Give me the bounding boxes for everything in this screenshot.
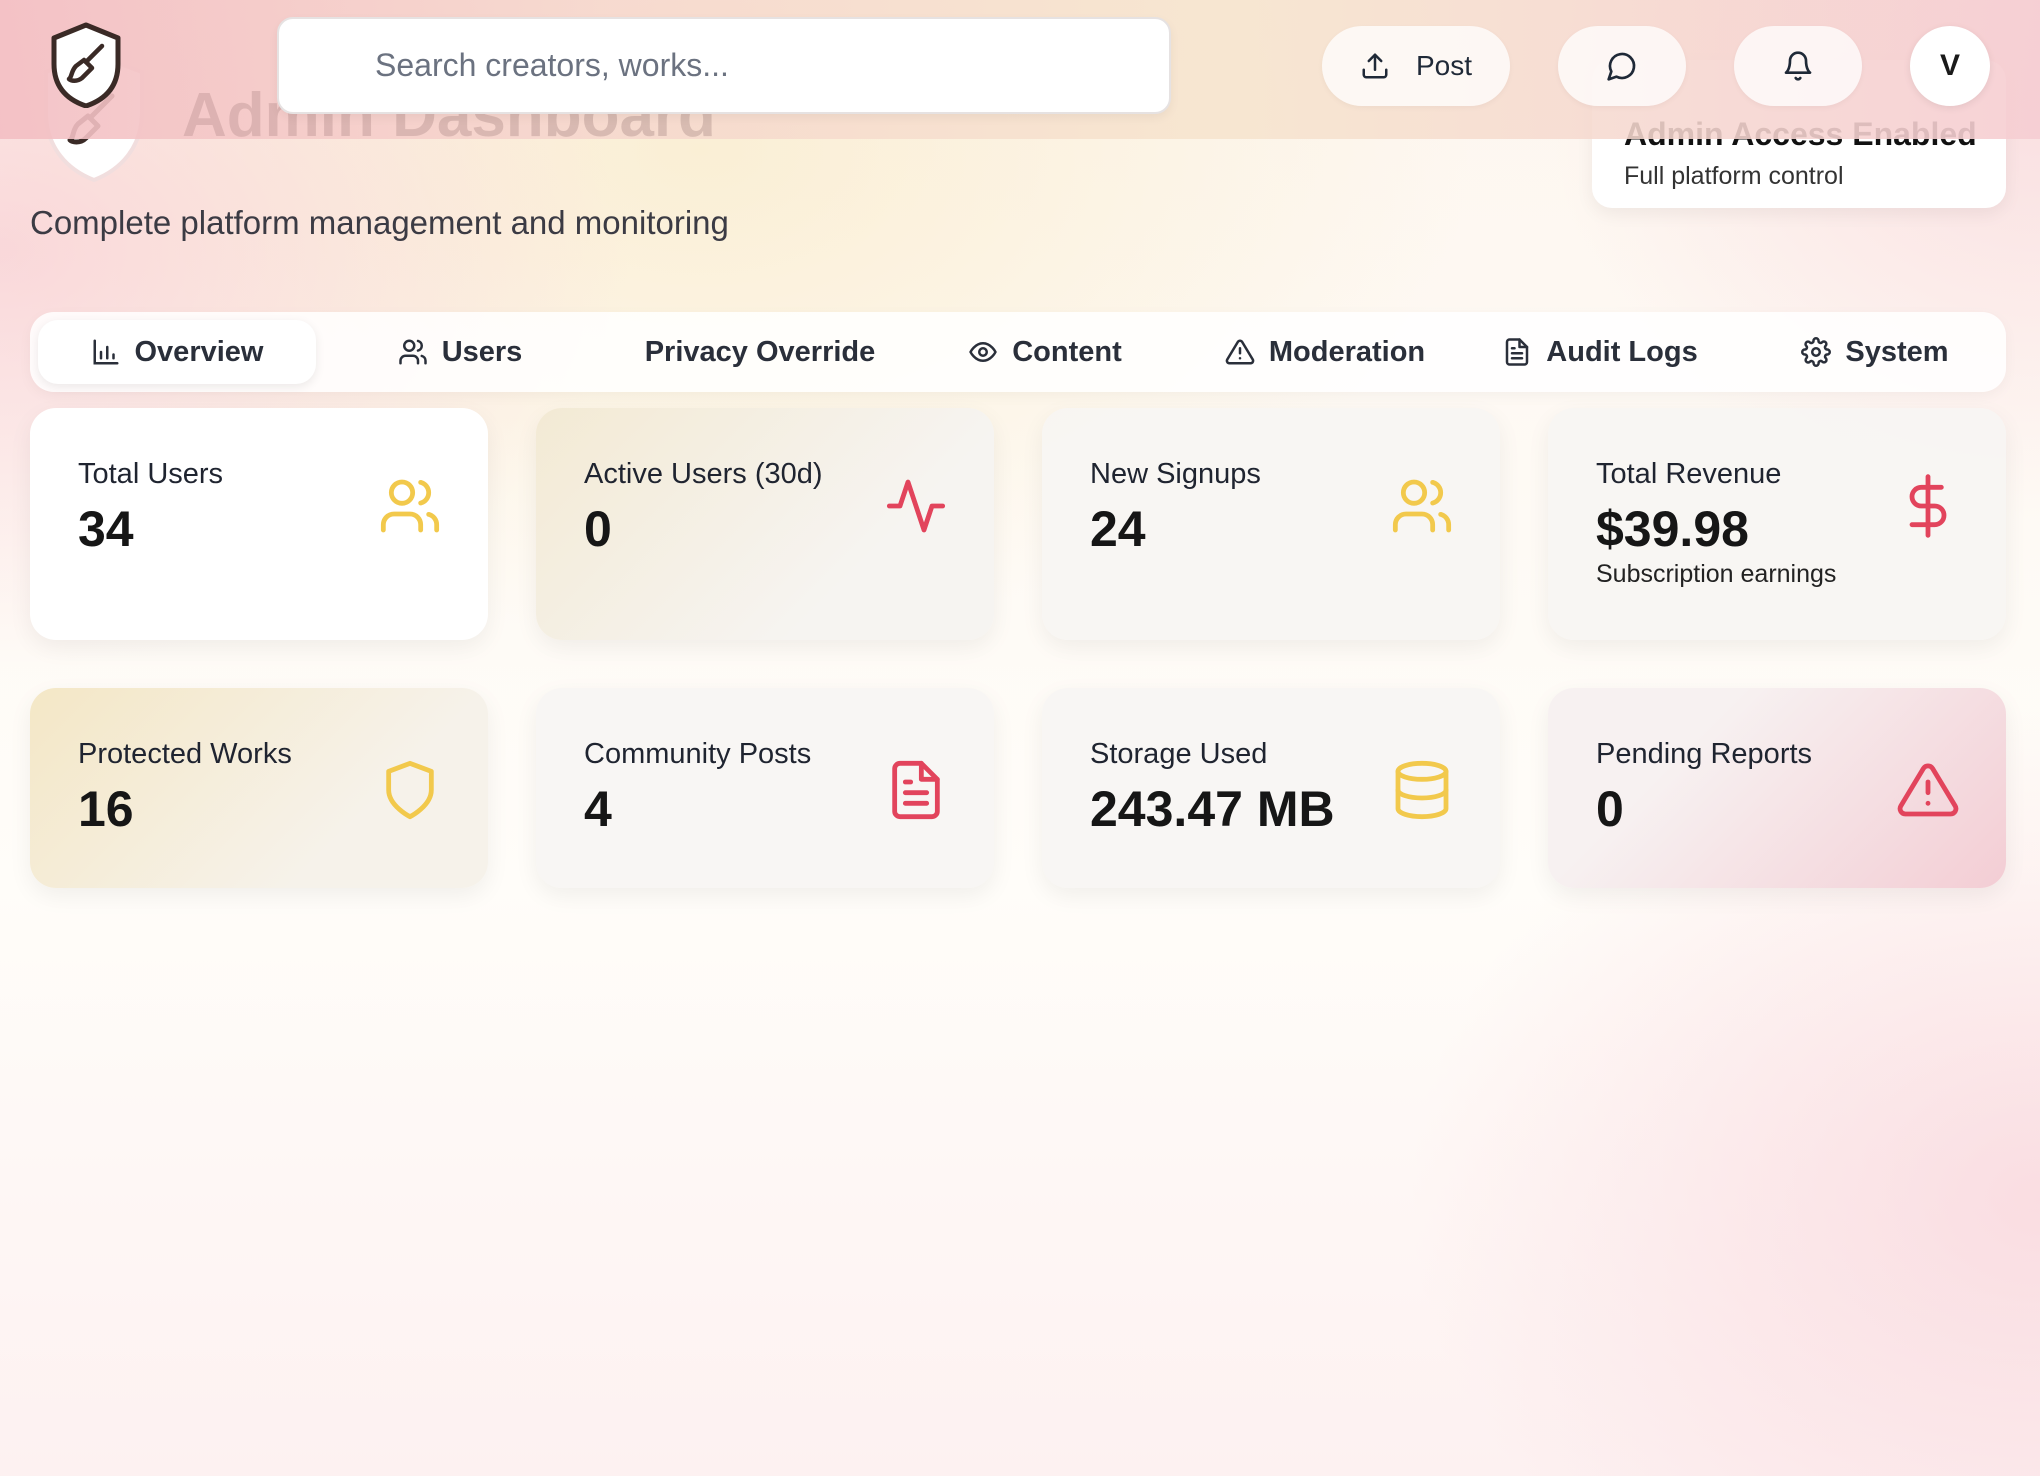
stat-label: Storage Used [1090, 738, 1268, 770]
logo-icon[interactable] [50, 22, 122, 108]
notifications-button[interactable] [1734, 26, 1862, 106]
bar-chart-icon [93, 339, 118, 365]
stat-value: $39.98 [1596, 501, 1749, 557]
users-icon [380, 479, 440, 533]
upload-icon [1362, 53, 1388, 79]
stat-note: Subscription earnings [1596, 560, 1837, 588]
stat-value: 0 [1596, 781, 1624, 837]
search-input[interactable]: Search creators, works... [277, 17, 1171, 114]
tab-overview[interactable]: Overview [38, 320, 316, 384]
stat-label: New Signups [1090, 458, 1261, 490]
stat-label: Total Users [78, 458, 224, 490]
stat-value: 4 [584, 781, 612, 837]
messages-button[interactable] [1558, 26, 1686, 106]
top-bar: Search creators, works... Post V [0, 0, 2040, 139]
gear-icon [1801, 337, 1832, 367]
stat-value: 16 [78, 781, 134, 837]
tab-privacy-override-label: Privacy Override [644, 335, 876, 368]
users-icon [398, 339, 427, 365]
activity-icon [886, 479, 946, 533]
tab-overview-label: Overview [134, 335, 264, 368]
post-button[interactable]: Post [1322, 26, 1510, 106]
post-button-label: Post [1415, 50, 1473, 81]
stat-card-total-revenue: Total Revenue $39.98 Subscription earnin… [1548, 408, 2006, 640]
tab-system-label: System [1845, 335, 1949, 368]
stat-value: 24 [1090, 501, 1146, 557]
tab-privacy-override[interactable]: Privacy Override [620, 320, 900, 384]
tab-users-label: Users [441, 335, 523, 368]
stat-card-pending-reports: Pending Reports 0 [1548, 688, 2006, 888]
tab-users[interactable]: Users [360, 320, 560, 384]
tab-content[interactable]: Content [930, 320, 1160, 384]
dollar-icon [1909, 474, 1947, 538]
stat-value: 243.47 MB [1090, 781, 1335, 837]
tab-system[interactable]: System [1770, 320, 1980, 384]
tab-moderation[interactable]: Moderation [1190, 320, 1460, 384]
users-icon [1392, 479, 1452, 533]
search-placeholder: Search creators, works... [375, 47, 729, 83]
stat-label: Protected Works [78, 738, 292, 770]
tab-audit-logs-label: Audit Logs [1546, 335, 1698, 368]
stat-card-storage-used: Storage Used 243.47 MB [1042, 688, 1500, 888]
stat-card-total-users: Total Users 34 [30, 408, 488, 640]
stat-label: Pending Reports [1596, 738, 1813, 770]
stat-card-active-users: Active Users (30d) 0 [536, 408, 994, 640]
bell-icon [1784, 51, 1812, 81]
stat-label: Community Posts [584, 738, 812, 770]
eye-icon [969, 342, 997, 362]
dashboard-tabs: Overview Users Privacy Override Content … [30, 312, 2006, 392]
tab-audit-logs[interactable]: Audit Logs [1470, 320, 1730, 384]
document-icon [892, 760, 940, 820]
stat-card-community-posts: Community Posts 4 [536, 688, 994, 888]
stat-value: 0 [584, 501, 612, 557]
page-subtitle: Complete platform management and monitor… [30, 204, 729, 241]
stat-label: Total Revenue [1596, 458, 1782, 490]
tab-content-label: Content [1012, 335, 1122, 368]
stat-card-protected-works: Protected Works 16 [30, 688, 488, 888]
admin-access-subtitle: Full platform control [1624, 162, 1844, 190]
document-icon [1506, 338, 1529, 366]
stat-value: 34 [78, 501, 134, 557]
stat-label: Active Users (30d) [584, 458, 823, 490]
database-icon [1395, 760, 1449, 820]
user-avatar[interactable]: V [1910, 26, 1990, 106]
chat-bubble-icon [1607, 52, 1636, 81]
tab-moderation-label: Moderation [1268, 335, 1426, 368]
warning-icon [1225, 339, 1255, 365]
stat-card-new-signups: New Signups 24 [1042, 408, 1500, 640]
warning-icon [1897, 763, 1959, 817]
shield-icon [386, 760, 434, 820]
